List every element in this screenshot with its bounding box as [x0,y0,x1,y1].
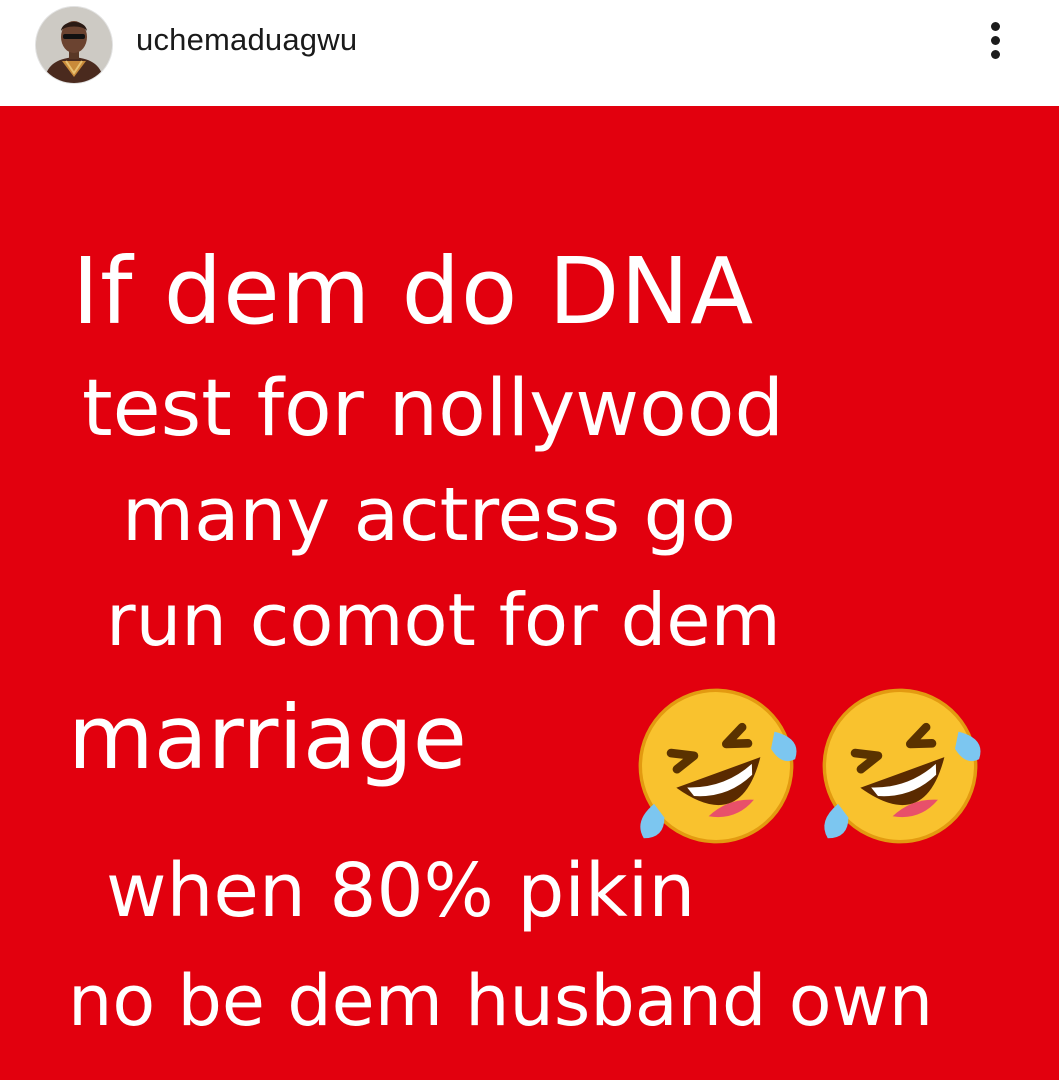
rolling-on-floor-laughing-icon [638,688,797,844]
rolling-on-floor-laughing-icon [822,688,981,844]
username[interactable]: uchemaduagwu [136,22,357,58]
post-text-line: test for nollywood [82,364,785,454]
post-text-line: run comot for dem [106,578,781,662]
post-text-line: marriage [68,686,467,789]
post-text-line: no be dem husband own [68,960,934,1042]
avatar[interactable] [36,7,112,83]
post-header: uchemaduagwu [0,0,1059,106]
more-options-icon[interactable] [984,18,1008,62]
post-image: If dem do DNA test for nollywood many ac… [0,106,1059,1080]
post-text-line: when 80% pikin [106,848,696,934]
post-text-line: If dem do DNA [72,238,755,345]
post-text-line: many actress go [122,472,736,558]
profile-photo-icon [36,7,112,83]
